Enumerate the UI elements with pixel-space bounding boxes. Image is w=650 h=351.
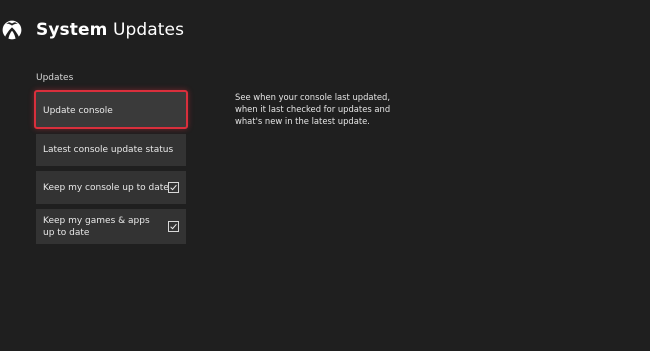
keep-console-up-to-date-toggle[interactable]: Keep my console up to date [36, 171, 186, 204]
page-header: System Updates [0, 14, 650, 48]
menu-item-label: Keep my games & apps up to date [43, 216, 150, 238]
latest-update-status-button[interactable]: Latest console update status [36, 134, 186, 166]
xbox-logo-icon [2, 20, 22, 40]
menu-item-label: Latest console update status [43, 145, 174, 155]
checkbox-checked-icon[interactable] [168, 221, 179, 232]
page-title: System Updates [36, 19, 184, 41]
keep-games-apps-up-to-date-toggle[interactable]: Keep my games & apps up to date [36, 209, 186, 244]
section-label: Updates [36, 73, 74, 83]
checkbox-checked-icon[interactable] [168, 182, 179, 193]
update-console-description: See when your console last updated, when… [235, 92, 391, 126]
menu-item-label: Keep my console up to date [43, 183, 169, 193]
menu-item-label: Update console [43, 106, 113, 116]
page-title-primary: System [36, 20, 108, 40]
update-console-button[interactable]: Update console [34, 90, 188, 129]
page-title-secondary: Updates [112, 20, 185, 40]
